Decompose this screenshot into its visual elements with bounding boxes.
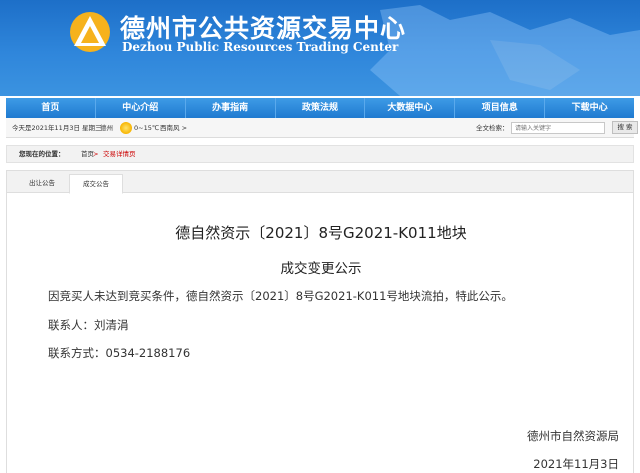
search-label: 全文检索：: [476, 124, 509, 132]
contact-person: 联系人：刘清涓: [48, 318, 129, 332]
site-title-english: Dezhou Public Resources Trading Center: [122, 40, 399, 54]
nav-item-bigdata[interactable]: 大数据中心: [365, 98, 456, 118]
breadcrumb-current: 交易详情页: [103, 150, 136, 158]
search-button[interactable]: 搜 索: [612, 121, 638, 134]
info-bar: 今天是2021年11月3日 星期三 德州 0~15℃ 西南风 > 全文检索： 搜…: [6, 118, 638, 138]
tab-deal-notice[interactable]: 成交公告: [69, 174, 123, 194]
weather-temperature: 0~15℃: [134, 124, 160, 132]
document-title: 德自然资示〔2021〕8号G2021-K011地块: [175, 224, 467, 242]
nav-item-about[interactable]: 中心介绍: [96, 98, 186, 118]
document-paragraph: 因竞买人未达到竞买条件，德自然资示〔2021〕8号G2021-K011号地块流拍…: [48, 289, 513, 303]
contact-phone: 联系方式：0534-2188176: [48, 346, 191, 360]
nav-item-projects[interactable]: 项目信息: [455, 98, 546, 118]
sun-icon: [120, 122, 132, 134]
nav-item-home[interactable]: 首页: [6, 98, 96, 118]
content-panel: 出让公告 成交公告 德自然资示〔2021〕8号G2021-K011地块 成交变更…: [6, 170, 634, 473]
tab-transfer-notice[interactable]: 出让公告: [15, 174, 69, 193]
nav-item-downloads[interactable]: 下载中心: [545, 98, 634, 118]
breadcrumb-separator: >: [93, 150, 99, 158]
current-date: 今天是2021年11月3日 星期三: [12, 124, 102, 132]
triangle-mountain-logo-icon: [70, 12, 110, 52]
signing-organization: 德州市自然资源局: [527, 429, 619, 443]
breadcrumb: 您现在的位置： 首页 > 交易详情页: [6, 145, 634, 163]
site-header-banner: 德州市公共资源交易中心 Dezhou Public Resources Trad…: [0, 0, 640, 96]
tab-bar: 出让公告 成交公告: [7, 171, 633, 194]
nav-item-policy[interactable]: 政策法规: [276, 98, 366, 118]
weather-city: 德州: [100, 124, 113, 132]
weather-wind[interactable]: 西南风 >: [160, 118, 187, 138]
nav-item-guide[interactable]: 办事指南: [186, 98, 276, 118]
document-subtitle: 成交变更公示: [280, 261, 362, 277]
main-nav: 首页 中心介绍 办事指南 政策法规 大数据中心 项目信息 下载中心: [6, 98, 634, 118]
breadcrumb-label: 您现在的位置：: [19, 150, 65, 158]
signing-date: 2021年11月3日: [533, 457, 619, 471]
search-input[interactable]: [511, 122, 605, 134]
